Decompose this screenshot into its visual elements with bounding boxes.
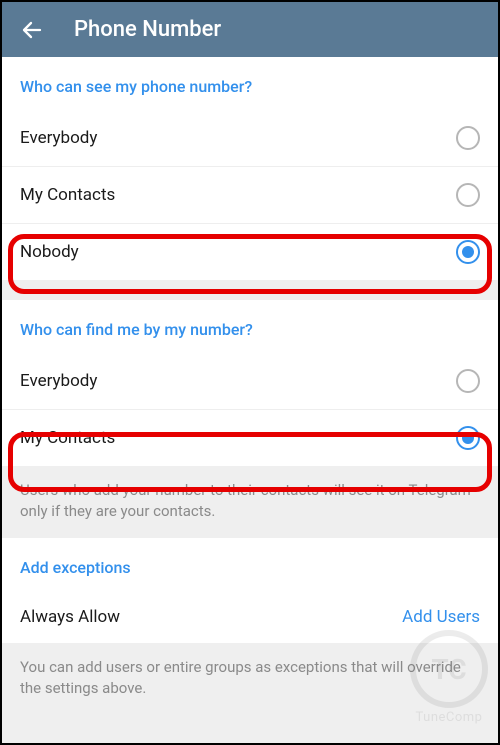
option-nobody[interactable]: Nobody — [2, 223, 498, 280]
add-users-button[interactable]: Add Users — [402, 607, 480, 627]
section-title: Add exceptions — [2, 538, 498, 591]
option-my-contacts[interactable]: My Contacts — [2, 409, 498, 466]
option-my-contacts[interactable]: My Contacts — [2, 166, 498, 223]
section-title: Who can see my phone number? — [2, 57, 498, 110]
radio-icon — [456, 126, 480, 150]
section-who-can-find: Who can find me by my number? Everybody … — [2, 300, 498, 466]
radio-icon — [456, 183, 480, 207]
option-label: Nobody — [20, 242, 79, 262]
option-everybody[interactable]: Everybody — [2, 353, 498, 409]
radio-icon — [456, 369, 480, 393]
back-icon[interactable] — [18, 16, 46, 44]
section-gap — [2, 280, 498, 300]
option-label: My Contacts — [20, 428, 115, 448]
option-label: My Contacts — [20, 185, 115, 205]
exception-row: Always Allow Add Users — [2, 591, 498, 643]
option-label: Everybody — [20, 128, 97, 148]
radio-icon — [456, 426, 480, 450]
option-label: Everybody — [20, 371, 97, 391]
option-everybody[interactable]: Everybody — [2, 110, 498, 166]
section-footer: Users who add your number to their conta… — [2, 466, 498, 538]
exception-label: Always Allow — [20, 607, 120, 627]
section-who-can-see: Who can see my phone number? Everybody M… — [2, 57, 498, 280]
radio-icon — [456, 240, 480, 264]
page-title: Phone Number — [74, 17, 221, 42]
section-footer: You can add users or entire groups as ex… — [2, 643, 498, 715]
app-frame: Phone Number Who can see my phone number… — [0, 0, 500, 745]
section-exceptions: Add exceptions Always Allow Add Users — [2, 538, 498, 643]
section-title: Who can find me by my number? — [2, 300, 498, 353]
app-header: Phone Number — [2, 2, 498, 57]
